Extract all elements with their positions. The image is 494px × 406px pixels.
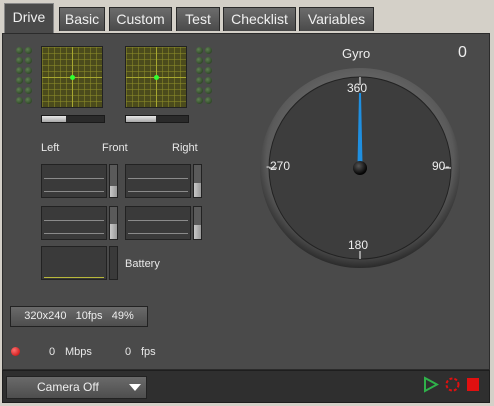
tab-custom[interactable]: Custom [109, 7, 172, 31]
right-joystick-bar [125, 115, 189, 123]
sensor-graph [41, 206, 107, 240]
gyro-tick-180: 180 [348, 238, 369, 252]
sensor-level-fill [194, 224, 201, 239]
tab-checklist[interactable]: Checklist [223, 7, 296, 31]
led-indicator [196, 47, 203, 54]
tab-drive[interactable]: Drive [4, 3, 54, 33]
gyro-tick-90: 90- [432, 159, 450, 173]
camera-resolution: 320x240 [24, 310, 67, 322]
led-column-right-outer [205, 47, 212, 107]
led-indicator [205, 77, 212, 84]
led-indicator [25, 87, 32, 94]
battery-trace [44, 277, 104, 278]
tab-variables[interactable]: Variables [299, 7, 374, 31]
fps-unit: fps [141, 346, 156, 358]
gyro-tick-270: -270 [266, 159, 291, 173]
camera-info-button[interactable]: 320x240 10fps 49% [10, 306, 148, 327]
led-indicator [196, 97, 203, 104]
led-indicator [196, 87, 203, 94]
led-indicator [196, 57, 203, 64]
sensor-graph [125, 206, 191, 240]
bottom-toolbar: Camera Off [2, 370, 490, 403]
led-indicator [25, 67, 32, 74]
stop-icon[interactable] [465, 376, 481, 393]
led-indicator [25, 47, 32, 54]
mbps-value: 0 [49, 346, 56, 358]
camera-fps-setting: 10fps [75, 310, 103, 322]
led-indicator [16, 87, 23, 94]
led-indicator [196, 77, 203, 84]
led-indicator [205, 67, 212, 74]
sensor-level-bar [193, 164, 202, 198]
drive-panel: Left Front Right Battery 320x240 10fps 4… [2, 33, 490, 370]
right-joystick-bar-fill [126, 116, 156, 122]
reset-icon[interactable] [444, 376, 461, 393]
gyro-title: Gyro [342, 46, 371, 61]
led-indicator [205, 47, 212, 54]
tab-strip: Drive Basic Custom Test Checklist Variab… [0, 0, 494, 33]
led-indicator [16, 57, 23, 64]
mbps-unit: Mbps [65, 346, 92, 358]
graph-line [44, 191, 104, 192]
sensor-level-bar [109, 206, 118, 240]
sensor-graph [41, 164, 107, 198]
left-joystick-bar [41, 115, 105, 123]
sensor-level-fill [110, 185, 117, 197]
camera-dropdown[interactable]: Camera Off [6, 376, 147, 399]
led-column-left-outer [16, 47, 23, 107]
gyro-needle-hub [353, 161, 367, 175]
joystick-position-dot [70, 75, 75, 80]
battery-graph [41, 246, 107, 280]
led-indicator [205, 87, 212, 94]
sensor-level-fill [194, 182, 201, 197]
sensor-label-left: Left [41, 142, 60, 154]
chevron-down-icon[interactable] [129, 384, 141, 392]
battery-label: Battery [125, 258, 160, 270]
graph-line [128, 178, 188, 179]
gyro-tick-360: 360 [347, 81, 368, 95]
led-indicator [205, 57, 212, 64]
record-led-icon [11, 347, 20, 356]
camera-quality: 49% [111, 310, 134, 322]
fps-value: 0 [125, 346, 132, 358]
right-joystick[interactable] [125, 46, 187, 108]
sensor-level-bar [193, 206, 202, 240]
led-indicator [25, 57, 32, 64]
sensor-level-fill [110, 223, 117, 239]
led-indicator [205, 97, 212, 104]
graph-line [128, 191, 188, 192]
led-indicator [16, 97, 23, 104]
sensor-label-front: Front [102, 142, 128, 154]
graph-line [44, 233, 104, 234]
battery-level-bar [109, 246, 118, 280]
graph-line [44, 178, 104, 179]
play-icon[interactable] [423, 376, 439, 393]
led-indicator [196, 67, 203, 74]
led-indicator [25, 97, 32, 104]
graph-line [128, 220, 188, 221]
tab-basic[interactable]: Basic [59, 7, 105, 31]
led-column-left-inner [25, 47, 32, 107]
left-joystick-bar-fill [42, 116, 66, 122]
camera-dropdown-value: Camera Off [37, 380, 99, 394]
left-joystick[interactable] [41, 46, 103, 108]
sensor-level-bar [109, 164, 118, 198]
graph-line [128, 233, 188, 234]
gyro-value: 0 [458, 44, 467, 61]
led-column-right-inner [196, 47, 203, 107]
led-indicator [16, 47, 23, 54]
led-indicator [25, 77, 32, 84]
joystick-position-dot [154, 75, 159, 80]
led-indicator [16, 67, 23, 74]
sensor-label-right: Right [172, 142, 198, 154]
tab-test[interactable]: Test [176, 7, 220, 31]
sensor-graph [125, 164, 191, 198]
led-indicator [16, 77, 23, 84]
graph-line [44, 220, 104, 221]
